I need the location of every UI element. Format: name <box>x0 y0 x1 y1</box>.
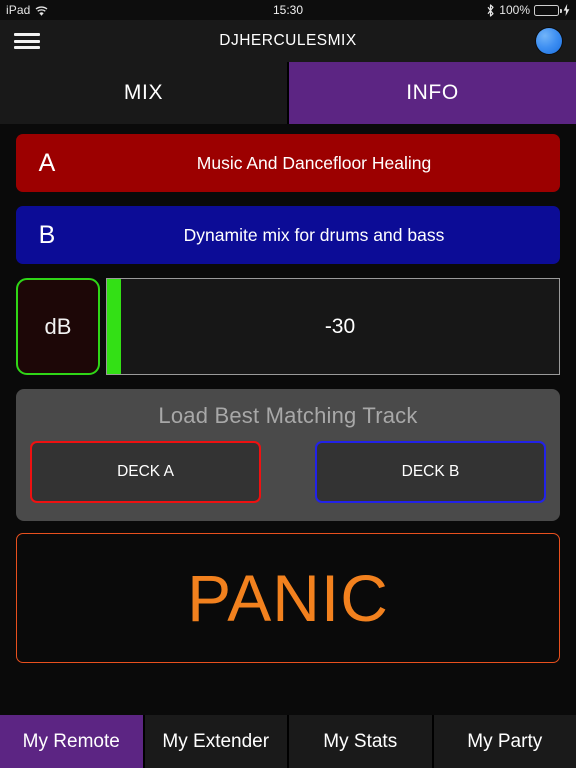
panic-button[interactable]: PANIC <box>16 533 560 663</box>
db-value: -30 <box>324 314 356 338</box>
tab-my-remote[interactable]: My Remote <box>0 715 143 768</box>
app-root: iPad 15:30 100% DJHERCULESMIX MIX INFO A… <box>0 0 576 768</box>
load-deck-b-button[interactable]: DECK B <box>315 441 546 503</box>
bottom-tab-bar: My Remote My Extender My Stats My Party <box>0 715 576 768</box>
db-level-bar <box>107 279 121 374</box>
navigation-bar: DJHERCULESMIX <box>0 20 576 62</box>
deck-a-title: Music And Dancefloor Healing <box>196 152 432 173</box>
tab-mix[interactable]: MIX <box>0 62 287 124</box>
bluetooth-icon <box>486 3 495 17</box>
status-bar-right: 100% <box>486 3 570 17</box>
load-best-matching-track-panel: Load Best Matching Track DECK A DECK B <box>16 389 560 521</box>
load-panel-title: Load Best Matching Track <box>158 403 418 428</box>
db-meter-row: dB -30 <box>16 278 560 375</box>
user-avatar-icon[interactable] <box>536 28 562 54</box>
battery-icon <box>534 4 562 16</box>
db-level-meter[interactable]: -30 <box>106 278 560 375</box>
deck-a-track[interactable]: A Music And Dancefloor Healing <box>16 134 560 192</box>
load-panel-buttons: DECK A DECK B <box>30 441 546 503</box>
load-deck-a-button[interactable]: DECK A <box>30 441 261 503</box>
tab-my-stats[interactable]: My Stats <box>287 715 432 768</box>
page-title: DJHERCULESMIX <box>219 32 357 49</box>
main-content: A Music And Dancefloor Healing B Dynamit… <box>0 124 576 663</box>
device-name: iPad <box>6 3 31 17</box>
wifi-icon <box>35 5 48 17</box>
status-bar-left: iPad <box>6 3 48 17</box>
deck-a-letter: A <box>38 148 56 177</box>
tab-info[interactable]: INFO <box>287 62 576 124</box>
charging-bolt-icon <box>563 4 570 16</box>
deck-b-letter: B <box>38 220 56 249</box>
tab-my-party[interactable]: My Party <box>431 715 576 768</box>
hamburger-menu-icon[interactable] <box>14 31 40 51</box>
db-button[interactable]: dB <box>16 278 100 375</box>
status-bar: iPad 15:30 100% <box>0 0 576 20</box>
battery-percent-label: 100% <box>499 3 530 17</box>
segment-tab-bar: MIX INFO <box>0 62 576 124</box>
tab-my-extender[interactable]: My Extender <box>142 715 287 768</box>
deck-b-title: Dynamite mix for drums and bass <box>183 224 445 245</box>
deck-b-track[interactable]: B Dynamite mix for drums and bass <box>16 206 560 264</box>
